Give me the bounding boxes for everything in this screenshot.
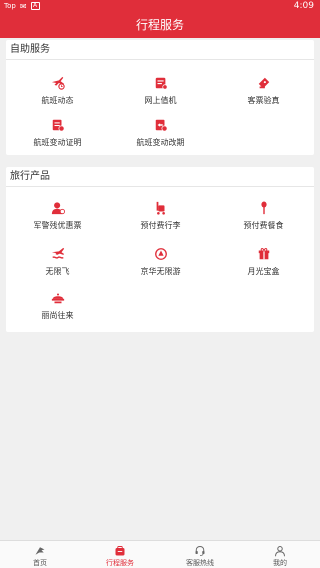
unlimited-tour-icon [154, 248, 167, 260]
reschedule-label: 航班变动改期 [136, 138, 185, 147]
unlimited-tour-button[interactable]: 京华无限游 [109, 247, 212, 277]
tab-mine[interactable]: 我的 [240, 541, 320, 568]
unlimited-fly-icon [51, 247, 64, 259]
flight-status-button[interactable]: 航班动态 [6, 76, 109, 106]
meal-icon [260, 201, 267, 215]
tab-home[interactable]: 首页 [0, 541, 80, 568]
app-notification-icon: A [30, 2, 40, 10]
lishang-icon [51, 293, 64, 304]
section-title-travel-products: 旅行产品 [6, 167, 314, 187]
online-checkin-button[interactable]: 网上值机 [109, 76, 212, 106]
online-checkin-label: 网上值机 [144, 96, 177, 105]
home-logo-icon [35, 547, 45, 555]
gift-box-label: 月光宝盒 [247, 267, 280, 276]
ticket-verify-button[interactable]: 客票验真 [212, 76, 315, 106]
itinerary-icon [115, 546, 125, 556]
flight-status-label: 航班动态 [41, 96, 74, 105]
tab-customer-service-label: 客服热线 [186, 559, 214, 567]
reschedule-button[interactable]: 航班变动改期 [109, 118, 212, 148]
prepaid-luggage-button[interactable]: 预付费行李 [109, 201, 212, 231]
checkin-icon [155, 77, 167, 90]
unlimited-fly-button[interactable]: 无限飞 [6, 247, 109, 277]
change-certificate-button[interactable]: 航班变动证明 [6, 118, 109, 148]
status-bar: Top ✉ A 4:09 [0, 0, 320, 12]
page-title: 行程服务 [0, 12, 320, 38]
reschedule-icon [155, 119, 167, 132]
notification-icon: ✉ [19, 1, 27, 11]
self-service-section: 自助服务 航班动态 网上值机 客票验真 航班变动证明 航班变动改期 [6, 40, 314, 155]
unlimited-fly-label: 无限飞 [45, 267, 70, 276]
tab-itinerary[interactable]: 行程服务 [80, 541, 160, 568]
change-certificate-icon [52, 119, 64, 132]
discount-ticket-label: 军警残优惠票 [33, 221, 82, 230]
bottom-tab-bar: 首页 行程服务 客服热线 我的 [0, 540, 320, 568]
section-title-self-service: 自助服务 [6, 40, 314, 60]
luggage-icon [156, 201, 165, 215]
tab-mine-label: 我的 [273, 559, 287, 567]
prepaid-meal-button[interactable]: 预付费餐食 [212, 201, 315, 231]
unlimited-tour-label: 京华无限游 [140, 267, 181, 276]
lishang-label: 丽尚往来 [41, 311, 74, 320]
change-certificate-label: 航班变动证明 [33, 138, 82, 147]
tab-itinerary-label: 行程服务 [106, 559, 134, 567]
carrier-label: Top [4, 2, 16, 10]
prepaid-luggage-label: 预付费行李 [140, 221, 181, 230]
ticket-verify-label: 客票验真 [247, 96, 280, 105]
prepaid-meal-label: 预付费餐食 [243, 221, 284, 230]
discount-ticket-button[interactable]: 军警残优惠票 [6, 201, 109, 231]
lishang-button[interactable]: 丽尚往来 [6, 291, 109, 321]
status-time: 4:09 [293, 1, 314, 11]
ticket-verify-icon [258, 77, 269, 89]
plane-clock-icon [51, 76, 65, 90]
tab-customer-service[interactable]: 客服热线 [160, 541, 240, 568]
user-icon [275, 546, 285, 557]
gift-box-icon [258, 248, 269, 260]
travel-products-section: 旅行产品 军警残优惠票 预付费行李 预付费餐食 无限飞 京华无限游 月光宝盒 丽… [6, 167, 314, 332]
tab-home-label: 首页 [33, 559, 47, 567]
discount-ticket-icon [51, 202, 65, 215]
headset-icon [195, 546, 205, 556]
gift-box-button[interactable]: 月光宝盒 [212, 247, 315, 277]
